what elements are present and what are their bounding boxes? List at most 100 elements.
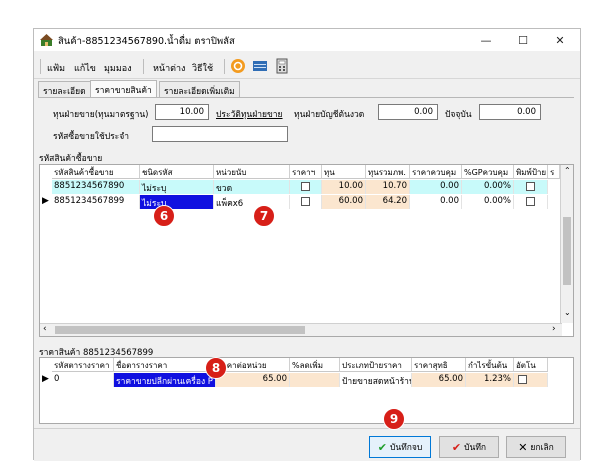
checkbox[interactable] (526, 182, 535, 191)
code-cell[interactable]: 8851234567890 (52, 180, 140, 194)
cancel-button[interactable]: ✕ ยกเลิก (506, 436, 566, 458)
col-header[interactable]: ราคาฯ (290, 165, 322, 179)
button-bar: ✔ บันทึกจบ ✔ บันทึก ✕ ยกเลิก (34, 428, 580, 461)
gp-cell[interactable]: 0.00% (462, 180, 514, 194)
menu-grip (40, 59, 41, 74)
table-icon[interactable] (252, 58, 268, 74)
step-badge: 9 (383, 408, 405, 430)
col-header[interactable]: ราคาควบคุม (410, 165, 462, 179)
codes-grid: รหัสสินค้าซื้อขาย ชนิดรหัส หน่วยนับ ราคา… (39, 164, 574, 337)
scroll-down-icon[interactable]: ⌄ (564, 308, 571, 317)
col-header[interactable]: ประเภทป้ายราคา (340, 358, 412, 372)
horizontal-scrollbar[interactable]: ‹ › (40, 323, 562, 336)
code-cell[interactable]: 8851234567899 (52, 195, 140, 209)
price-table-code-cell[interactable]: 0 (52, 373, 114, 387)
checkbox[interactable] (526, 197, 535, 206)
price-table-name-cell[interactable]: ราคาขายปลีกผ่านเครื่อง P (114, 373, 216, 387)
save-label: บันทึก (464, 443, 487, 453)
unit-price-cell[interactable]: 65.00 (216, 373, 290, 387)
print-label-cell[interactable] (514, 195, 548, 209)
step-badge: 8 (205, 357, 227, 379)
control-price-cell[interactable]: 0.00 (410, 180, 462, 194)
col-header[interactable]: %ลดเพิ่ม (290, 358, 340, 372)
cancel-label: ยกเลิก (530, 443, 554, 453)
col-header[interactable]: ชนิดรหัส (140, 165, 214, 179)
codes-group-title: รหัสสินค้าซื้อขาย (39, 154, 103, 164)
price-flag-cell[interactable] (290, 180, 322, 194)
checkbox[interactable] (301, 197, 310, 206)
cost-vat-cell[interactable]: 64.20 (366, 195, 410, 209)
col-header[interactable]: พิมพ์ป้าย (514, 165, 548, 179)
maximize-button[interactable]: ☐ (503, 29, 543, 51)
label-type-cell[interactable]: ป้ายขายสดหน้าร้าน (340, 373, 412, 387)
unit-cell[interactable]: แพ็คx6 (214, 195, 290, 209)
checkbox[interactable] (301, 182, 310, 191)
col-header[interactable]: ราคาต่อหน่วย (216, 358, 290, 372)
scroll-thumb[interactable] (55, 326, 305, 334)
col-header[interactable]: อัตโน (514, 358, 548, 372)
cost-vat-cell[interactable]: 10.70 (366, 180, 410, 194)
col-header[interactable]: รหัสตารางราคา (52, 358, 114, 372)
save-button[interactable]: ✔ บันทึก (439, 436, 499, 458)
tab-strip: รายละเอียด ราคาขายสินค้า รายละเอียดเพิ่ม… (34, 80, 580, 98)
col-header[interactable]: ชื่อตารางราคา (114, 358, 216, 372)
refresh-icon[interactable] (230, 58, 246, 74)
net-price-cell[interactable]: 65.00 (412, 373, 466, 387)
scroll-up-icon[interactable]: ⌃ (564, 166, 571, 175)
minimize-button[interactable]: — (466, 29, 506, 51)
tab-details[interactable]: รายละเอียด (38, 81, 91, 97)
menu-file[interactable]: แฟ้ม (47, 61, 65, 75)
save-and-close-button[interactable]: ✔ บันทึกจบ (369, 436, 431, 458)
standard-cost-field[interactable]: 10.00 (155, 104, 209, 120)
calculator-icon[interactable] (274, 58, 290, 74)
discount-cell[interactable] (290, 373, 340, 387)
col-header[interactable]: รหัสสินค้าซื้อขาย (52, 165, 140, 179)
menu-help[interactable]: วิธีใช้ (192, 61, 213, 75)
price-flag-cell[interactable] (290, 195, 322, 209)
checkbox[interactable] (518, 375, 527, 384)
col-header[interactable]: หน่วยนับ (214, 165, 290, 179)
auto-cell[interactable] (514, 373, 548, 387)
default-code-label: รหัสซื้อขายใช้ประจำ (53, 132, 129, 142)
cost-cell[interactable]: 10.00 (322, 180, 366, 194)
col-header[interactable]: ร (548, 165, 560, 179)
scroll-right-icon[interactable]: › (552, 324, 556, 334)
default-code-field[interactable] (152, 126, 288, 142)
save-and-close-label: บันทึกจบ (389, 443, 423, 453)
unit-cell[interactable]: ขวด (214, 180, 290, 194)
tab-selling-price[interactable]: ราคาขายสินค้า (90, 80, 157, 98)
scroll-thumb[interactable] (563, 217, 571, 285)
check-icon: ✔ (377, 440, 387, 454)
gross-profit-cell[interactable]: 1.23% (466, 373, 514, 387)
close-button[interactable]: ✕ (540, 29, 580, 51)
title-bar[interactable]: สินค้า-8851234567890.น้ำดื่ม ตราปิพลัส —… (34, 29, 580, 51)
menu-separator (224, 59, 225, 74)
col-header[interactable]: ทุน (322, 165, 366, 179)
cost-cell[interactable]: 60.00 (322, 195, 366, 209)
current-row-indicator: ▶ (42, 196, 49, 206)
col-header[interactable]: ทุนรวมภพ. (366, 165, 410, 179)
current-cost-label: ปัจจุบัน (445, 110, 472, 120)
tab-more-details[interactable]: รายละเอียดเพิ่มเติม (159, 81, 240, 97)
step-badge: 6 (153, 205, 175, 227)
scroll-left-icon[interactable]: ‹ (43, 324, 47, 334)
gp-cell[interactable]: 0.00% (462, 195, 514, 209)
col-header[interactable]: ราคาสุทธิ (412, 358, 466, 372)
print-label-cell[interactable] (514, 180, 548, 194)
col-header[interactable]: %GPควบคุม (462, 165, 514, 179)
menu-window[interactable]: หน้าต่าง (153, 61, 185, 75)
current-row-indicator: ▶ (42, 374, 49, 384)
menu-view[interactable]: มุมมอง (104, 61, 132, 75)
type-cell[interactable]: ไม่ระบุ (140, 195, 214, 209)
current-cost-field[interactable]: 0.00 (479, 104, 541, 120)
col-header[interactable]: กำไรขั้นต้น (466, 358, 514, 372)
cost-history-link[interactable]: ประวัติทุนฝ่ายขาย (216, 107, 283, 121)
menu-edit[interactable]: แก้ไข (74, 61, 96, 75)
menu-bar: แฟ้ม แก้ไข มุมมอง หน้าต่าง วิธีใช้ (34, 55, 580, 79)
control-price-cell[interactable]: 0.00 (410, 195, 462, 209)
cancel-icon: ✕ (518, 440, 528, 454)
vertical-scrollbar[interactable]: ⌃ ⌄ (560, 165, 573, 323)
type-cell[interactable]: ไม่ระบุ (140, 180, 214, 194)
accounting-cost-field[interactable]: 0.00 (378, 104, 438, 120)
accounting-cost-label: ทุนฝ่ายบัญชีต้นงวด (294, 110, 365, 120)
